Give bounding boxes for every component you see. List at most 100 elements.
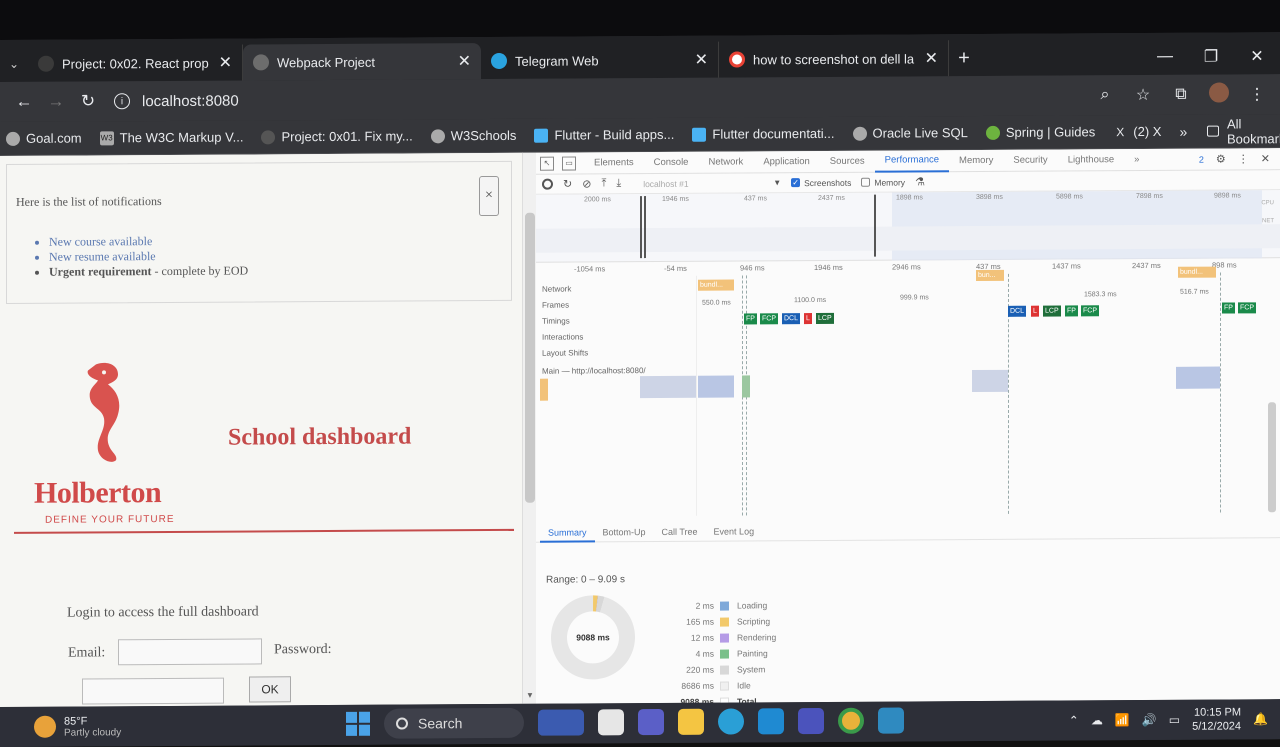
bookmark-flutter-docs[interactable]: Flutter documentati... — [692, 126, 835, 142]
wifi-icon[interactable]: 📶 — [1115, 713, 1130, 727]
cloud-sync-icon[interactable]: ☁ — [1091, 713, 1103, 727]
devtools-tab-console[interactable]: Console — [644, 151, 699, 173]
download-icon[interactable]: ⤓ — [616, 177, 621, 190]
close-tab-icon[interactable]: ✕ — [448, 51, 471, 71]
timing-marker[interactable]: FCP — [1238, 302, 1256, 314]
scroll-down-icon[interactable]: ▼ — [526, 691, 534, 700]
flame-chart[interactable]: Network Frames Timings Interactions Layo… — [536, 266, 1280, 517]
tab-summary[interactable]: Summary — [540, 521, 595, 543]
track-frames[interactable]: Frames — [542, 301, 569, 310]
file-explorer-icon[interactable] — [678, 708, 704, 735]
bookmark-oracle[interactable]: Oracle Live SQL — [852, 125, 968, 141]
back-icon[interactable]: ← — [8, 86, 40, 118]
profile-avatar[interactable] — [1204, 81, 1234, 107]
network-request-bar[interactable]: bun... — [976, 269, 1004, 282]
site-info-icon[interactable]: i — [114, 93, 130, 110]
scrollbar-thumb[interactable] — [525, 212, 535, 503]
password-field[interactable] — [82, 677, 224, 705]
settings-gear-icon[interactable]: ⚙ — [1216, 153, 1226, 166]
timing-marker[interactable]: LCP — [1043, 305, 1061, 317]
recording-select[interactable]: localhost #1 — [643, 178, 763, 188]
volume-icon[interactable]: 🔊 — [1142, 713, 1157, 727]
close-tab-icon[interactable]: ✕ — [915, 48, 938, 68]
inspect-element-icon[interactable]: ↖ — [540, 156, 554, 171]
main-thread-task[interactable] — [698, 375, 734, 398]
main-thread-task[interactable] — [972, 369, 1008, 393]
edge-icon[interactable] — [718, 708, 744, 735]
close-devtools-icon[interactable]: ✕ — [1261, 152, 1270, 165]
teams-icon[interactable] — [798, 707, 824, 735]
devtools-scrollbar[interactable] — [1268, 402, 1276, 513]
ok-button[interactable]: OK — [249, 676, 291, 703]
remote-desktop-icon[interactable] — [878, 707, 904, 734]
zoom-icon[interactable]: ⌕ — [1090, 86, 1120, 104]
bookmark-w3c[interactable]: W3 The W3C Markup V... — [99, 130, 243, 146]
new-tab-button[interactable]: + — [949, 40, 979, 76]
tab-event-log[interactable]: Event Log — [706, 526, 763, 536]
timing-marker[interactable]: FP — [1222, 302, 1235, 314]
memory-checkbox[interactable]: Memory — [861, 177, 905, 187]
vscode-icon[interactable] — [758, 708, 784, 735]
devtools-menu-icon[interactable]: ⋮ — [1238, 152, 1249, 165]
devtools-tab-security[interactable]: Security — [1003, 149, 1057, 171]
extensions-icon[interactable]: ⧉ — [1166, 86, 1196, 104]
overview-handle[interactable] — [874, 194, 876, 257]
bookmark-x[interactable]: X (2) X — [1113, 124, 1161, 139]
bookmark-spring[interactable]: Spring | Guides — [985, 124, 1095, 140]
clock[interactable]: 10:15 PM 5/12/2024 — [1192, 705, 1241, 733]
address-bar[interactable]: i localhost:8080 — [104, 80, 1090, 116]
screenshots-checkbox[interactable]: ✓ Screenshots — [791, 177, 851, 188]
tray-overflow-icon[interactable]: ⌃ — [1069, 713, 1079, 727]
track-main[interactable]: Main — http://localhost:8080/ — [542, 366, 646, 376]
weather-widget[interactable]: 85°F Partly cloudy — [0, 714, 200, 738]
timing-marker[interactable]: FCP — [1081, 305, 1099, 317]
tab-webpack-project[interactable]: Webpack Project ✕ — [243, 43, 481, 81]
email-field[interactable] — [118, 638, 262, 666]
capture-settings-icon[interactable]: ⚗ — [915, 175, 925, 188]
devtools-tab-network[interactable]: Network — [698, 151, 753, 173]
timing-marker[interactable]: L — [804, 313, 812, 325]
timing-marker[interactable]: L — [1031, 305, 1039, 317]
track-layout-shifts[interactable]: Layout Shifts — [542, 348, 588, 357]
timing-marker[interactable]: FCP — [760, 313, 778, 325]
devtools-tab-elements[interactable]: Elements — [584, 152, 644, 174]
upload-icon[interactable]: ⤒ — [601, 177, 606, 190]
device-toolbar-icon[interactable]: ▭ — [562, 155, 576, 171]
close-window-icon[interactable]: ✕ — [1234, 46, 1280, 66]
bookmark-w3schools[interactable]: W3Schools — [430, 128, 516, 144]
devtools-tab-application[interactable]: Application — [753, 150, 819, 172]
reload-profile-icon[interactable]: ↻ — [563, 178, 572, 191]
network-request-bar[interactable]: bundl... — [698, 279, 734, 291]
timing-marker[interactable]: LCP — [816, 312, 834, 325]
bookmark-project[interactable]: Project: 0x01. Fix my... — [261, 128, 413, 144]
network-request-bar[interactable]: bundl... — [1178, 266, 1216, 278]
issues-badge[interactable]: 2 — [1199, 154, 1204, 164]
main-thread-task[interactable] — [742, 375, 750, 398]
taskbar-search[interactable]: Search — [384, 707, 524, 739]
recording-dropdown-icon[interactable]: ▼ — [773, 178, 781, 187]
tab-search-chevron-icon[interactable]: ⌄ — [0, 46, 28, 82]
track-interactions[interactable]: Interactions — [542, 332, 583, 341]
windows-start-icon[interactable] — [346, 711, 370, 736]
bookmark-flutter[interactable]: Flutter - Build apps... — [534, 127, 674, 143]
overview-handle[interactable] — [640, 196, 642, 259]
bookmark-goal[interactable]: Goal.com — [6, 131, 82, 146]
devtools-tab-memory[interactable]: Memory — [949, 149, 1003, 171]
main-thread-task[interactable] — [1176, 366, 1220, 389]
tab-bottom-up[interactable]: Bottom-Up — [595, 527, 654, 537]
record-icon[interactable] — [542, 178, 553, 190]
notification-bell-icon[interactable]: 🔔 — [1253, 712, 1268, 726]
timing-marker[interactable]: FP — [1065, 305, 1078, 317]
forward-icon[interactable]: → — [40, 86, 72, 118]
minimize-icon[interactable]: — — [1142, 48, 1188, 66]
task-view-icon[interactable] — [598, 709, 624, 736]
close-tab-icon[interactable]: ✕ — [209, 53, 232, 73]
track-network[interactable]: Network — [542, 285, 571, 294]
track-timings[interactable]: Timings — [542, 317, 570, 326]
tab-google-search[interactable]: how to screenshot on dell lapto ✕ — [719, 40, 949, 78]
battery-icon[interactable]: ▭ — [1169, 713, 1180, 727]
close-notifications-button[interactable]: × — [479, 175, 499, 217]
main-thread-task[interactable] — [640, 375, 696, 399]
clear-icon[interactable]: ⊘ — [582, 177, 591, 190]
bookmark-star-icon[interactable]: ☆ — [1128, 85, 1158, 105]
